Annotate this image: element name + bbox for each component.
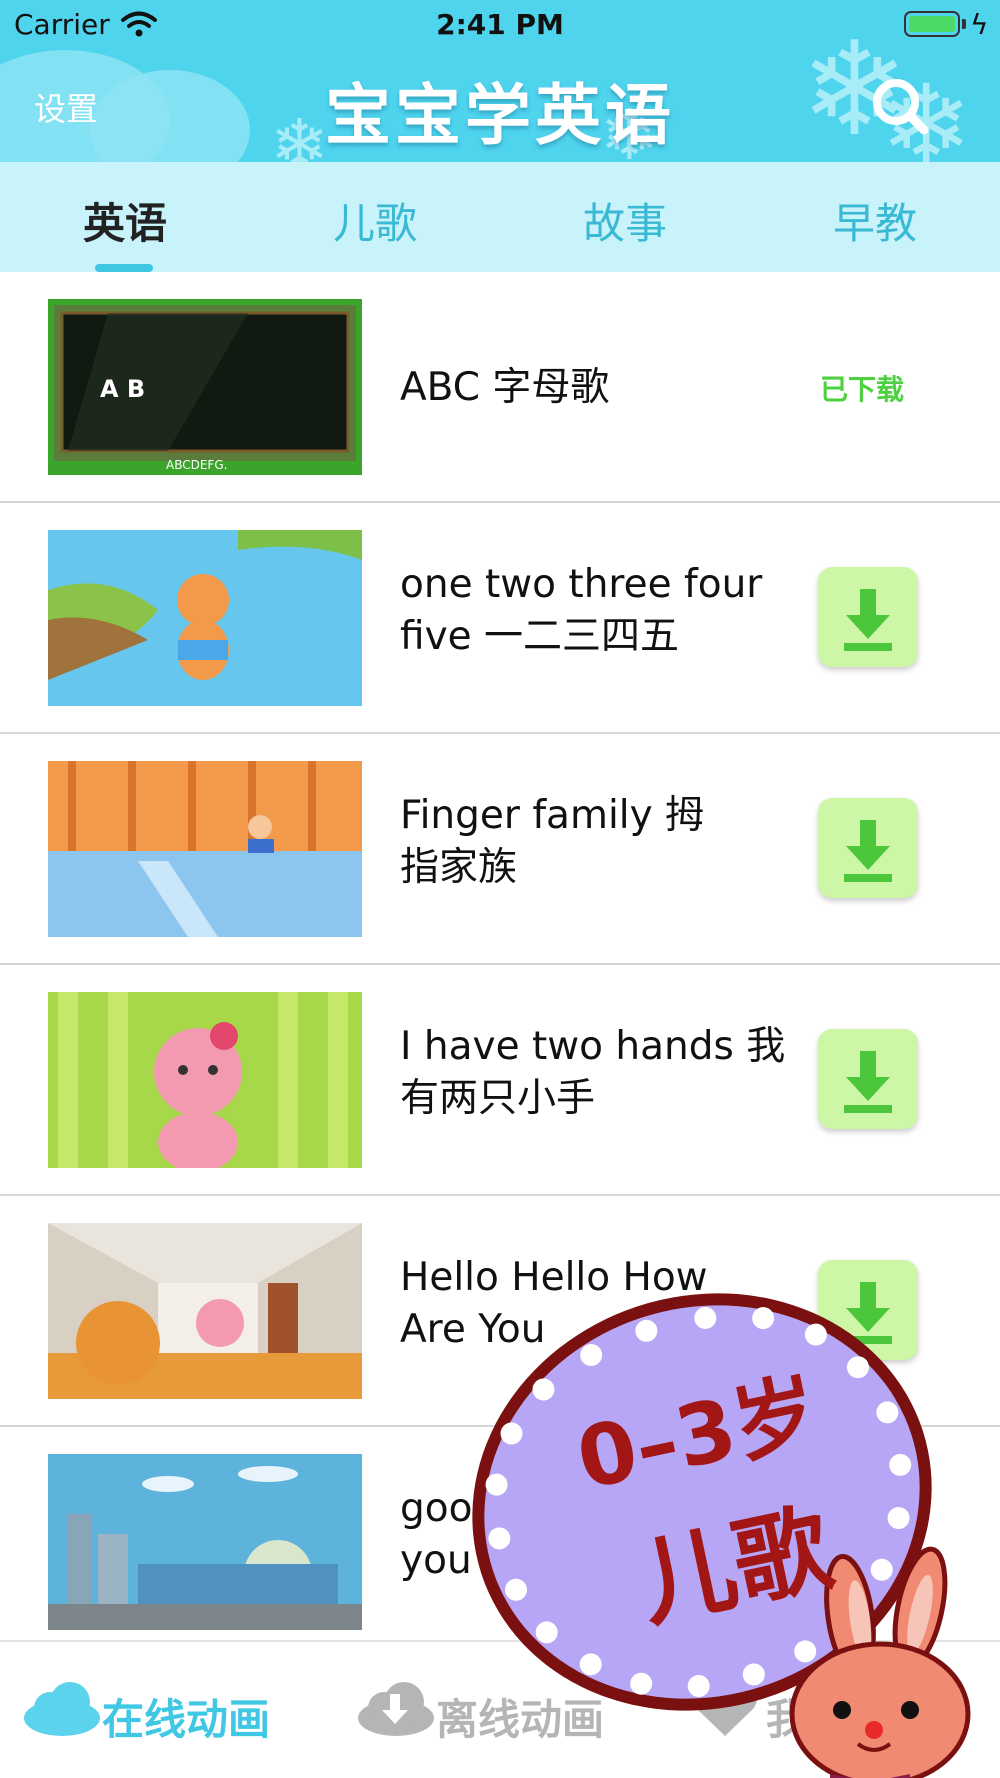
- tab-english[interactable]: 英语: [45, 190, 205, 251]
- bottom-tab-label: 在线动画: [102, 1695, 271, 1744]
- tab-stories[interactable]: 故事: [545, 190, 705, 251]
- battery-icon: [904, 11, 960, 37]
- video-title: ABC 字母歌: [400, 365, 610, 410]
- app-title: 宝宝学英语: [325, 77, 675, 154]
- list-item[interactable]: Finger family 拇 指家族: [0, 734, 1000, 965]
- tab-songs[interactable]: 儿歌: [295, 190, 455, 251]
- download-icon: [844, 820, 892, 882]
- search-icon[interactable]: [868, 74, 930, 136]
- charging-bolt-icon: ϟ: [970, 8, 989, 41]
- tab-early-education[interactable]: 早教: [795, 190, 955, 251]
- status-bar: Carrier 2:41 PM ϟ: [0, 0, 1000, 50]
- video-thumbnail: [48, 761, 362, 937]
- video-title: Finger family 拇 指家族: [400, 793, 705, 890]
- video-thumbnail: [48, 992, 362, 1168]
- cloud-icon: [24, 1682, 100, 1736]
- navigation-header: ❄ ❄ ❄ ❄ Carrier 2:41 PM ϟ 设置 宝宝学英语: [0, 0, 1000, 162]
- category-tab-bar: 英语 儿歌 故事 早教: [0, 162, 1000, 272]
- thumbnail-caption: A B: [100, 375, 145, 403]
- downloaded-status: 已下载: [820, 373, 905, 406]
- download-button[interactable]: [818, 567, 918, 667]
- download-button[interactable]: [818, 1029, 918, 1129]
- download-button[interactable]: [818, 798, 918, 898]
- battery-cap: [962, 19, 966, 29]
- video-title: one two three four five 一二三四五: [400, 562, 763, 659]
- list-item[interactable]: A B ABCDEFG. ABC 字母歌 已下载: [0, 272, 1000, 503]
- video-thumbnail: [48, 1223, 362, 1399]
- download-icon: [844, 589, 892, 651]
- list-item[interactable]: one two three four five 一二三四五: [0, 503, 1000, 734]
- thumbnail-strip-text: ABCDEFG.: [166, 458, 227, 472]
- download-icon: [844, 1051, 892, 1113]
- video-thumbnail: A B ABCDEFG.: [48, 299, 362, 475]
- cloud-download-icon: [358, 1682, 434, 1736]
- status-time: 2:41 PM: [436, 8, 564, 41]
- list-item[interactable]: I have two hands 我 有两只小手: [0, 965, 1000, 1196]
- active-tab-indicator: [95, 264, 153, 272]
- video-thumbnail: [48, 530, 362, 706]
- video-title: I have two hands 我 有两只小手: [400, 1024, 786, 1121]
- app-screen: ❄ ❄ ❄ ❄ Carrier 2:41 PM ϟ 设置 宝宝学英语 英语 儿歌…: [0, 0, 1000, 1778]
- video-thumbnail: [48, 1454, 362, 1630]
